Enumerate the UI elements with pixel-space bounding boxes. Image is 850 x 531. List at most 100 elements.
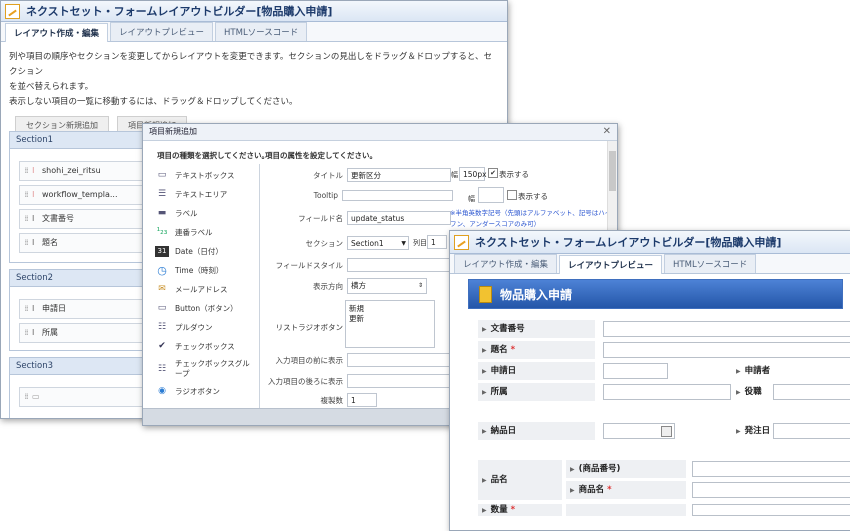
- label-dept: ▶ 所属: [478, 383, 595, 401]
- after-input[interactable]: [347, 374, 451, 388]
- style-input[interactable]: [347, 258, 451, 272]
- type-item[interactable]: ☷ プルダウン: [155, 318, 258, 337]
- product-name-input[interactable]: [692, 482, 850, 498]
- tooltip-show-checkbox[interactable]: [507, 190, 517, 200]
- drag-handle-icon[interactable]: ⁞⁞: [22, 210, 30, 228]
- dept-input[interactable]: [603, 384, 731, 400]
- label-text: 文書番号: [490, 324, 525, 334]
- layout-field[interactable]: ⁞⁞ ⁝ workflow_templa...: [19, 185, 146, 205]
- close-icon[interactable]: ✕: [603, 126, 611, 137]
- label-text: 題名: [490, 345, 508, 355]
- product-no-input[interactable]: [692, 461, 850, 477]
- form-header: 物品購入申請: [468, 279, 843, 309]
- type-label: テキストボックス: [175, 171, 235, 180]
- direction-value: 横方: [351, 281, 366, 290]
- type-item[interactable]: ☰ テキストエリア: [155, 185, 258, 204]
- tooltip-show-label: 表示する: [518, 192, 548, 201]
- type-item[interactable]: ◷ Time（時刻）: [155, 261, 258, 280]
- direction-select[interactable]: 横方 ⇕: [347, 278, 427, 294]
- drag-handle-icon[interactable]: ⁞⁞: [22, 162, 30, 180]
- label-text: 申請者: [744, 366, 771, 376]
- button-field-icon: ▭: [32, 392, 40, 401]
- field-label: workflow_templa...: [42, 190, 118, 199]
- position-input[interactable]: [773, 384, 850, 400]
- tab-layout-edit[interactable]: レイアウト作成・編集: [5, 23, 109, 42]
- tooltip-input[interactable]: [342, 189, 453, 201]
- chevron-down-icon: ▼: [401, 240, 406, 247]
- form-book-icon: [479, 285, 492, 303]
- scroll-thumb[interactable]: [609, 151, 616, 191]
- tooltip-width-input[interactable]: [478, 187, 504, 203]
- before-input[interactable]: [347, 353, 451, 367]
- layout-field[interactable]: ⁞⁞ I 所属: [19, 323, 146, 343]
- prop-style-row: フィールドスタイル: [263, 257, 453, 273]
- label-apply-date: ▶ 申請日: [478, 362, 595, 380]
- drag-handle-icon[interactable]: ⁞⁞: [22, 388, 30, 406]
- list-radio-textarea[interactable]: 新規 更新: [345, 300, 435, 348]
- type-item[interactable]: ◉ ラジオボタン: [155, 382, 258, 401]
- type-item[interactable]: ▬ ラベル: [155, 204, 258, 223]
- order-date-input[interactable]: [773, 423, 850, 439]
- type-item[interactable]: ▭ テキストボックス: [155, 166, 258, 185]
- section-select[interactable]: Section1 ▼: [347, 236, 409, 250]
- apply-date-input[interactable]: [603, 363, 668, 379]
- layout-field[interactable]: ⁞⁞ I 題名: [19, 233, 146, 253]
- partial-input[interactable]: [692, 504, 850, 516]
- doc-no-input[interactable]: [603, 321, 850, 337]
- drag-handle-icon[interactable]: ⁞⁞: [22, 234, 30, 252]
- pulldown-icon: ☷: [157, 322, 167, 332]
- label-partial: ▶ 数量 *: [478, 504, 562, 516]
- edit-icon: [454, 234, 469, 250]
- prop-title-row: タイトル 更新区分: [263, 167, 453, 183]
- width-input[interactable]: 150px: [459, 167, 487, 181]
- bullet-icon: ▶: [570, 466, 575, 473]
- window-titlebar: ネクストセット・フォームレイアウトビルダー[物品購入申請]: [1, 1, 507, 22]
- subject-input[interactable]: [603, 342, 850, 358]
- tab-html-source[interactable]: HTMLソースコード: [215, 22, 308, 41]
- column-input[interactable]: 1: [427, 235, 447, 249]
- window-title: ネクストセット・フォームレイアウトビルダー[物品購入申請]: [475, 236, 782, 249]
- item-type-list: ▭ テキストボックス ☰ テキストエリア ▬ ラベル ¹₂₃ 連番ラベル 31 Date（…: [155, 166, 258, 401]
- drag-handle-icon[interactable]: ⁞⁞: [22, 300, 30, 318]
- drag-handle-icon[interactable]: ⁞⁞: [22, 324, 30, 342]
- label-icon: ▬: [157, 208, 167, 218]
- textarea-icon: ☰: [157, 189, 167, 199]
- width-label-2: 幅: [468, 195, 475, 203]
- tab-layout-preview[interactable]: レイアウトプレビュー: [110, 22, 214, 41]
- type-item[interactable]: ☷ チェックボックスグループ: [155, 356, 258, 382]
- tab-layout-edit[interactable]: レイアウト作成・編集: [454, 254, 558, 273]
- type-item[interactable]: ✉ メールアドレス: [155, 280, 258, 299]
- type-heading: 項目の種類を選択してください。: [157, 151, 270, 160]
- updown-icon: ⇕: [417, 282, 423, 289]
- show-checkbox[interactable]: ✔: [488, 168, 498, 178]
- type-item[interactable]: ¹₂₃ 連番ラベル: [155, 223, 258, 242]
- width-label: 幅: [451, 171, 458, 179]
- bullet-icon: ▶: [736, 368, 741, 375]
- type-label: プルダウン: [175, 323, 213, 332]
- field-name-input[interactable]: update_status: [347, 211, 451, 225]
- title-input[interactable]: 更新区分: [347, 168, 451, 182]
- field-type-icon: I: [32, 328, 35, 337]
- layout-field[interactable]: ⁞⁞ I 申請日: [19, 299, 146, 319]
- type-label: メールアドレス: [175, 285, 228, 294]
- prop-copies-row: 複製数 1: [263, 392, 453, 408]
- tab-html-source[interactable]: HTMLソースコード: [664, 254, 757, 273]
- type-item[interactable]: 31 Date（日付）: [155, 242, 258, 261]
- delivery-date-input[interactable]: [603, 423, 675, 439]
- type-label: Date（日付）: [175, 247, 223, 256]
- layout-field[interactable]: ⁞⁞ ▭: [19, 387, 146, 407]
- type-item[interactable]: ▭ Button（ボタン）: [155, 299, 258, 318]
- instruction-line-1: 列や項目の順序やセクションを変更してからレイアウトを変更できます。セクションの見…: [9, 52, 493, 77]
- tab-layout-preview[interactable]: レイアウトプレビュー: [559, 255, 663, 274]
- serial-label-icon: ¹₂₃: [156, 227, 168, 237]
- drag-handle-icon[interactable]: ⁞⁞: [22, 186, 30, 204]
- calendar-icon[interactable]: [661, 426, 672, 437]
- field-type-icon: ⁝: [32, 166, 35, 175]
- bullet-icon: ▶: [482, 347, 487, 354]
- window-title: ネクストセット・フォームレイアウトビルダー[物品購入申請]: [26, 5, 333, 18]
- type-item[interactable]: ✔ チェックボックス: [155, 337, 258, 356]
- copies-input[interactable]: 1: [347, 393, 377, 407]
- layout-field[interactable]: ⁞⁞ I 文書番号: [19, 209, 146, 229]
- layout-field[interactable]: ⁞⁞ ⁝ shohi_zei_ritsu: [19, 161, 146, 181]
- type-label: テキストエリア: [175, 190, 228, 199]
